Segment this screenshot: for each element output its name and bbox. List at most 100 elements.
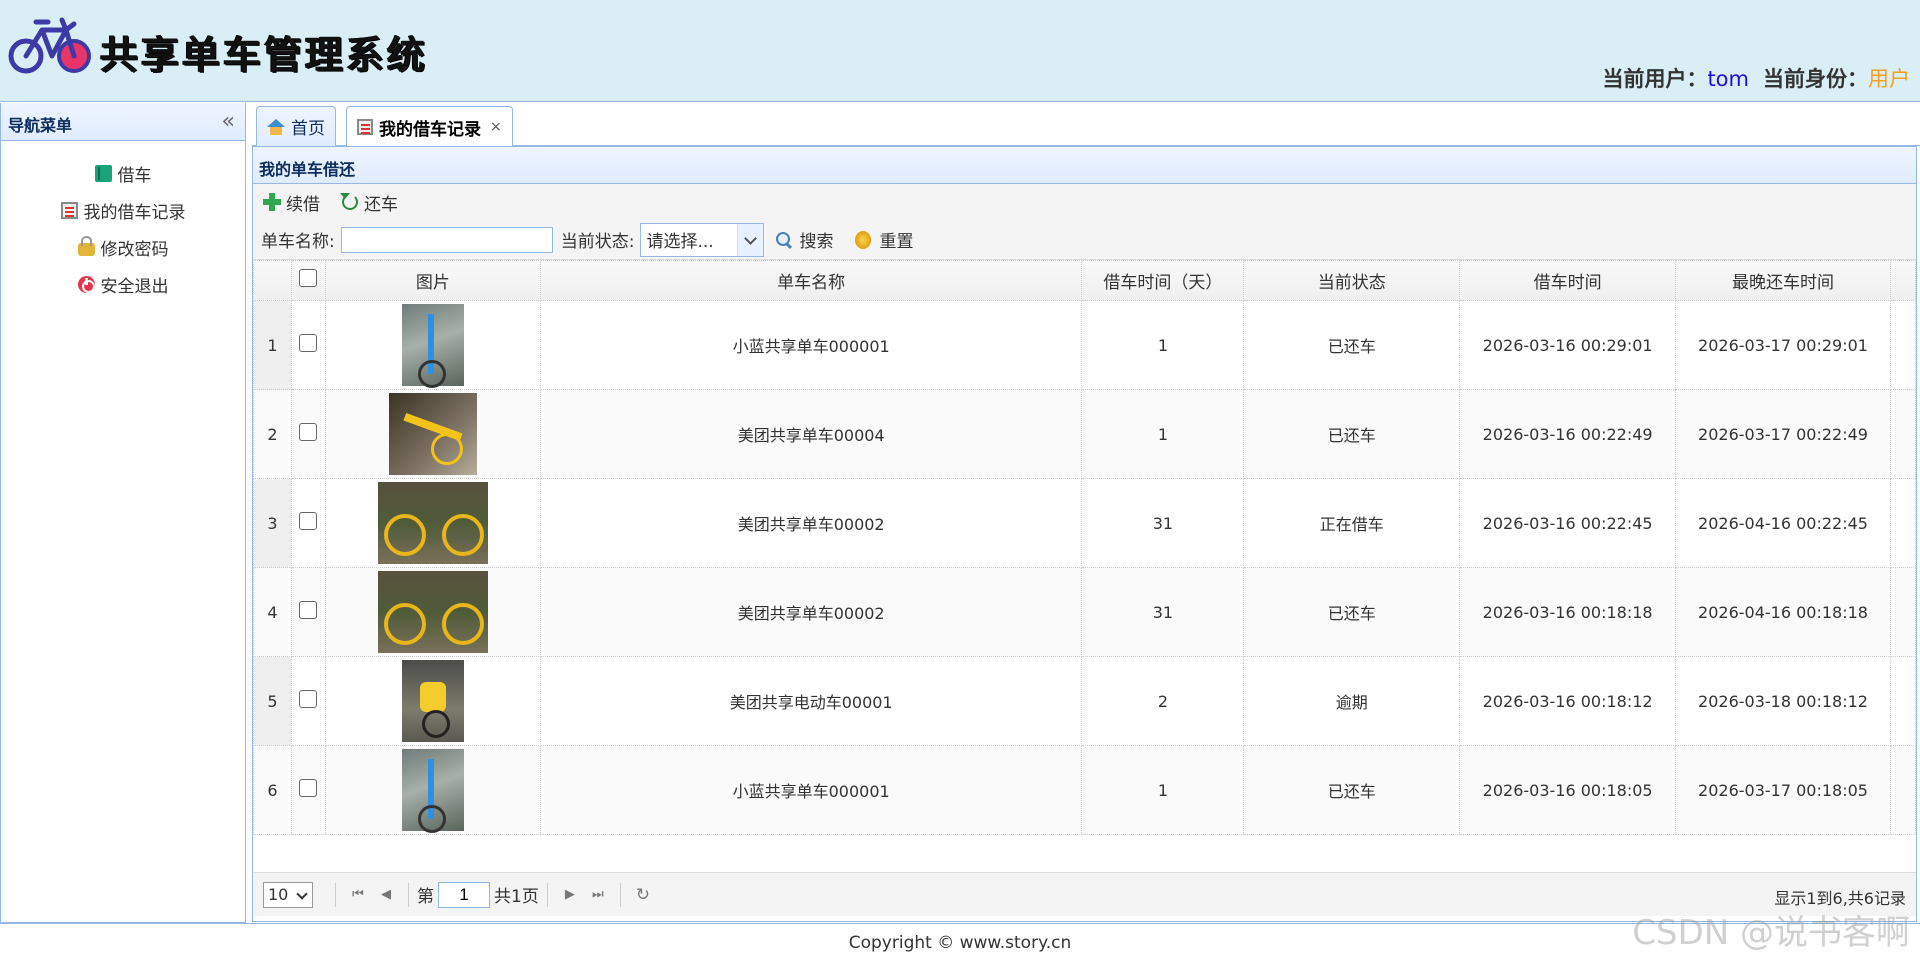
due-time-cell: 2026-04-16 00:22:45	[1675, 478, 1891, 568]
user-info: 当前用户：tom 当前身份：用户	[1602, 63, 1910, 93]
bike-name-cell: 小蓝共享单车000001	[539, 300, 1083, 390]
app-title: 共享单车管理系统	[100, 33, 429, 77]
column-header[interactable]: 单车名称	[539, 260, 1083, 301]
sidebar-header: 导航菜单 «	[1, 103, 245, 141]
days-cell: 2	[1081, 656, 1245, 746]
gutter-cell	[1889, 389, 1917, 479]
search-icon	[776, 231, 792, 248]
table-row[interactable]: 1 小蓝共享单车000001 1 已还车 2026-03-16 00:29:01…	[253, 300, 1917, 390]
column-header[interactable]: 借车时间（天）	[1081, 260, 1245, 301]
record-icon	[357, 119, 373, 135]
refresh-icon[interactable]: ↻	[629, 882, 657, 908]
days-cell: 1	[1081, 745, 1245, 835]
borrow-time-cell: 2026-03-16 00:29:01	[1459, 300, 1677, 390]
prev-page-icon[interactable]: ◀	[372, 882, 400, 908]
page-size-select[interactable]: 10	[263, 881, 313, 908]
search-label: 搜索	[799, 232, 834, 252]
sidebar-item-label: 修改密码	[100, 240, 169, 260]
due-time-cell: 2026-03-17 00:22:49	[1675, 389, 1891, 479]
tab-home[interactable]: 首页	[256, 106, 336, 146]
row-checkbox[interactable]	[299, 601, 318, 619]
tab-strip: 首页 我的借车记录 ×	[252, 103, 1920, 147]
row-select-cell	[290, 656, 326, 746]
renew-button[interactable]: 续借	[263, 190, 320, 215]
row-checkbox[interactable]	[299, 334, 318, 352]
divider	[546, 882, 548, 907]
status-cell: 逾期	[1243, 656, 1461, 746]
select-all-checkbox[interactable]	[299, 269, 318, 287]
row-checkbox[interactable]	[299, 423, 318, 441]
divider	[408, 882, 409, 907]
undo-icon	[340, 193, 358, 210]
row-select-cell	[290, 567, 326, 657]
bike-photo	[401, 304, 464, 388]
status-cell: 已还车	[1243, 389, 1461, 479]
due-time-cell: 2026-04-16 00:18:18	[1675, 567, 1891, 657]
bike-name-label: 单车名称:	[261, 232, 335, 252]
table-row[interactable]: 2 美团共享单车00004 1 已还车 2026-03-16 00:22:49 …	[253, 389, 1917, 479]
due-time-cell: 2026-03-18 00:18:12	[1675, 656, 1891, 746]
first-page-icon[interactable]: ⏮	[344, 882, 372, 908]
column-header[interactable]: 图片	[324, 260, 541, 301]
return-label: 还车	[364, 194, 398, 215]
gutter-cell	[1889, 567, 1917, 657]
chevron-down-icon[interactable]	[737, 223, 764, 256]
collapse-left-icon[interactable]: «	[222, 109, 235, 134]
borrow-time-cell: 2026-03-16 00:18:05	[1459, 745, 1677, 835]
next-page-icon[interactable]: ▶	[556, 882, 584, 908]
days-cell: 1	[1081, 389, 1245, 479]
row-select-cell	[290, 745, 326, 835]
renew-label: 续借	[286, 194, 320, 215]
table-row[interactable]: 6 小蓝共享单车000001 1 已还车 2026-03-16 00:18:05…	[253, 745, 1917, 835]
days-cell: 1	[1081, 300, 1245, 390]
days-cell: 31	[1081, 478, 1245, 568]
column-header[interactable]: 当前状态	[1243, 260, 1461, 301]
reset-icon	[855, 230, 872, 249]
image-cell	[324, 745, 541, 835]
column-header[interactable]: 借车时间	[1459, 260, 1677, 301]
sidebar-item-borrow[interactable]: 借车	[1, 155, 245, 192]
table-row[interactable]: 5 美团共享电动车00001 2 逾期 2026-03-16 00:18:12 …	[253, 656, 1917, 746]
tab-my-records[interactable]: 我的借车记录 ×	[346, 106, 513, 147]
row-checkbox[interactable]	[299, 512, 318, 530]
last-page-icon[interactable]: ⏭	[584, 882, 612, 908]
bike-name-input[interactable]	[340, 226, 553, 253]
tab-label: 首页	[291, 119, 325, 139]
sidebar-item-label: 我的借车记录	[83, 203, 186, 223]
sidebar-item-my-records[interactable]: 我的借车记录	[1, 192, 245, 229]
records-table: 图片 单车名称 借车时间（天） 当前状态 借车时间 最晚还车时间 1 小蓝共享单…	[253, 260, 1917, 835]
sidebar-item-label: 借车	[117, 166, 152, 186]
table-row[interactable]: 4 美团共享单车00002 31 已还车 2026-03-16 00:18:18…	[253, 567, 1917, 657]
record-icon	[60, 202, 78, 219]
row-number: 3	[253, 478, 292, 568]
column-header[interactable]: 最晚还车时间	[1675, 260, 1891, 301]
row-checkbox[interactable]	[299, 779, 318, 797]
image-cell	[324, 478, 541, 568]
bike-photo	[401, 660, 464, 742]
page-number-input[interactable]	[438, 881, 490, 908]
sidebar-item-change-password[interactable]: 修改密码	[1, 229, 245, 266]
image-cell	[324, 300, 541, 390]
sidebar-item-label: 安全退出	[100, 277, 169, 297]
row-number: 4	[253, 567, 292, 657]
sidebar-item-logout[interactable]: 安全退出	[1, 266, 245, 303]
row-number: 2	[253, 389, 292, 479]
sidebar: 导航菜单 « 借车 我的借车记录 修改密码 安全退出	[0, 103, 246, 923]
app-header: 共享单车管理系统 当前用户：tom 当前身份：用户	[0, 0, 1920, 102]
close-icon[interactable]: ×	[490, 119, 502, 135]
reset-button[interactable]: 重置	[855, 227, 913, 252]
search-button[interactable]: 搜索	[776, 227, 833, 252]
borrow-time-cell: 2026-03-16 00:22:49	[1459, 389, 1677, 479]
return-bike-button[interactable]: 还车	[340, 190, 398, 215]
search-bar: 单车名称: 当前状态: 请选择... 搜索 重置	[253, 220, 1916, 260]
borrow-time-cell: 2026-03-16 00:18:12	[1459, 656, 1677, 746]
table-header-row: 图片 单车名称 借车时间（天） 当前状态 借车时间 最晚还车时间	[253, 260, 1917, 301]
row-number: 5	[253, 656, 292, 746]
status-select[interactable]: 请选择...	[640, 222, 765, 257]
toolbar: 续借 还车	[253, 184, 1916, 220]
status-cell: 已还车	[1243, 300, 1461, 390]
row-checkbox[interactable]	[299, 690, 318, 708]
select-all-header	[290, 260, 326, 301]
table-row[interactable]: 3 美团共享单车00002 31 正在借车 2026-03-16 00:22:4…	[253, 478, 1917, 568]
sidebar-title: 导航菜单	[8, 116, 73, 135]
